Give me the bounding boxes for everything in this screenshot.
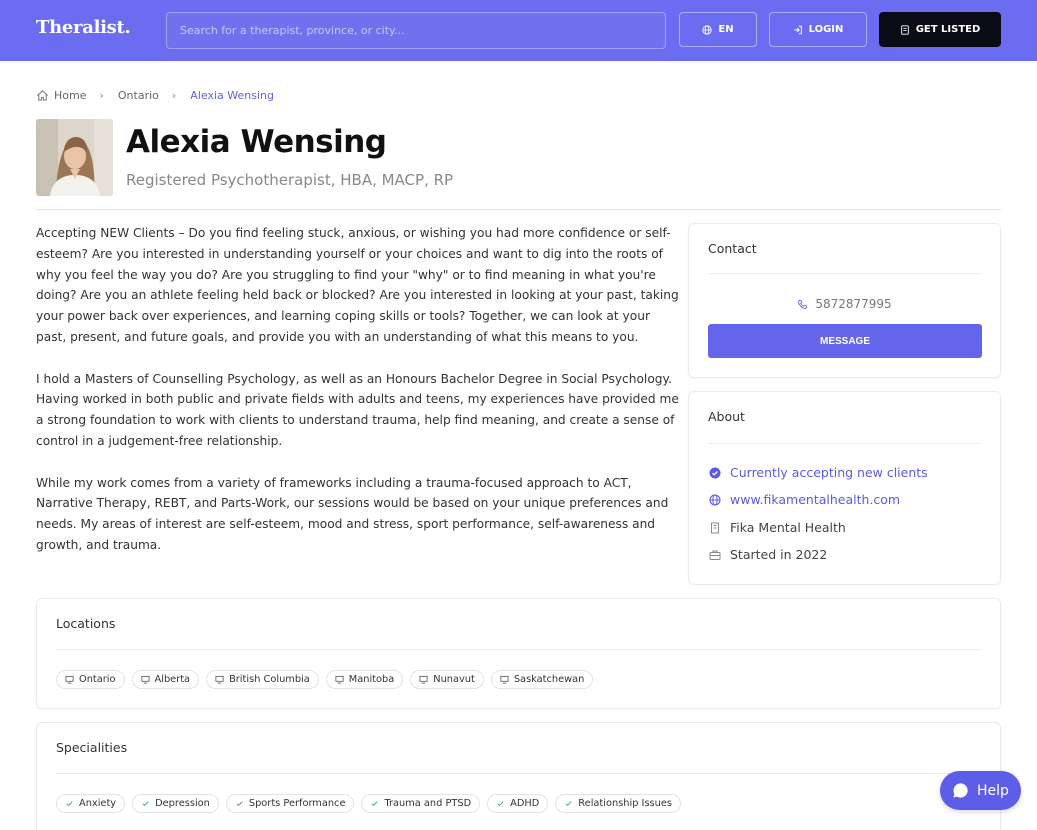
specialities-title: Specialities — [56, 740, 128, 755]
location-label: Nunavut — [433, 674, 475, 685]
card-divider — [708, 273, 981, 274]
website-text: www.fikamentalhealth.com — [730, 492, 901, 507]
location-label: Saskatchewan — [513, 674, 585, 685]
chat-bubble-icon — [953, 783, 968, 798]
check-icon — [371, 801, 379, 807]
profile-photo — [36, 119, 113, 196]
location-label: Ontario — [79, 674, 116, 685]
message-button[interactable]: MESSAGE — [708, 324, 982, 358]
listing-icon — [900, 24, 909, 35]
help-label: Help — [977, 782, 1009, 799]
login-button[interactable]: LOGIN — [769, 12, 867, 47]
specialities-card: Specialities Anxiety Depression Sports P… — [36, 722, 1001, 830]
practice-name: Fika Mental Health — [709, 520, 846, 535]
location-chip-ontario[interactable]: Ontario — [56, 670, 125, 689]
phone-number[interactable]: 5872877995 — [689, 297, 1000, 311]
check-icon — [565, 801, 572, 807]
location-chip-british-columbia[interactable]: British Columbia — [206, 670, 319, 689]
bio-section: Accepting NEW Clients – Do you find feel… — [36, 223, 682, 577]
bio-paragraph: While my work comes from a variety of fr… — [36, 475, 669, 552]
locations-title: Locations — [56, 616, 116, 631]
bio-paragraph: I hold a Masters of Counselling Psycholo… — [36, 371, 679, 448]
location-label: Manitoba — [348, 674, 395, 685]
location-chip-nunavut[interactable]: Nunavut — [410, 670, 484, 689]
speciality-label: Anxiety — [79, 798, 117, 809]
speciality-chip-adhd[interactable]: ADHD — [487, 794, 549, 813]
check-icon — [142, 801, 149, 807]
speciality-label: Sports Performance — [248, 798, 346, 809]
chevron-right-icon: › — [171, 89, 177, 102]
card-divider — [56, 649, 981, 650]
speciality-chip-depression[interactable]: Depression — [132, 794, 219, 813]
locations-card: Locations Ontario Alberta British Columb… — [36, 598, 1001, 709]
monitor-icon — [65, 675, 74, 684]
bio-paragraph: Accepting NEW Clients – Do you find feel… — [36, 226, 679, 344]
about-title: About — [708, 409, 745, 424]
site-logo[interactable]: Theralist. — [36, 17, 131, 38]
phone-icon — [798, 299, 808, 309]
chevron-right-icon: › — [99, 89, 104, 102]
home-icon — [37, 90, 48, 101]
location-label: British Columbia — [229, 674, 310, 685]
breadcrumb-current: Alexia Wensing — [190, 89, 274, 102]
therapist-name: Alexia Wensing — [126, 124, 387, 160]
speciality-label: Trauma and PTSD — [384, 798, 472, 809]
practice-text: Fika Mental Health — [730, 520, 846, 535]
globe-icon — [702, 24, 713, 35]
login-label: LOGIN — [808, 24, 844, 35]
card-divider — [708, 443, 981, 444]
breadcrumb-ontario[interactable]: Ontario — [118, 89, 159, 102]
top-nav: Theralist. EN LOGIN GET LISTED — [0, 0, 1037, 61]
accepting-clients-status: Currently accepting new clients — [709, 465, 928, 480]
section-divider — [36, 209, 1001, 210]
monitor-icon — [335, 675, 344, 684]
phone-text: 5872877995 — [815, 297, 892, 311]
check-icon — [497, 801, 504, 807]
breadcrumb-home[interactable]: Home — [54, 89, 86, 102]
location-chip-manitoba[interactable]: Manitoba — [325, 670, 404, 689]
therapist-credentials: Registered Psychotherapist, HBA, MACP, R… — [126, 171, 454, 189]
speciality-label: Relationship Issues — [578, 798, 672, 809]
monitor-icon — [215, 675, 224, 684]
get-listed-button[interactable]: GET LISTED — [879, 12, 1001, 47]
monitor-icon — [419, 675, 428, 684]
speciality-chip-sports-performance[interactable]: Sports Performance — [225, 794, 355, 813]
speciality-chip-trauma-ptsd[interactable]: Trauma and PTSD — [361, 794, 481, 813]
check-circle-icon — [709, 467, 721, 478]
login-icon — [793, 25, 802, 34]
speciality-chip-relationship-issues[interactable]: Relationship Issues — [555, 794, 681, 813]
help-button[interactable]: Help — [940, 771, 1021, 810]
globe-icon — [709, 493, 721, 506]
speciality-label: ADHD — [510, 798, 540, 809]
location-chip-saskatchewan[interactable]: Saskatchewan — [490, 670, 594, 689]
building-icon — [711, 522, 719, 533]
get-listed-label: GET LISTED — [915, 24, 981, 35]
briefcase-icon — [709, 550, 721, 560]
contact-title: Contact — [708, 241, 757, 256]
contact-card: Contact 5872877995 MESSAGE — [688, 223, 1001, 378]
speciality-chips: Anxiety Depression Sports Performance Tr… — [56, 794, 681, 813]
started-text: Started in 2022 — [730, 547, 828, 562]
check-icon — [66, 801, 73, 807]
breadcrumb: Home › Ontario › Alexia Wensing — [36, 89, 274, 102]
monitor-icon — [141, 675, 150, 684]
speciality-chip-anxiety[interactable]: Anxiety — [56, 794, 126, 813]
accepting-clients-text: Currently accepting new clients — [730, 465, 928, 480]
card-divider — [56, 773, 981, 774]
location-chips: Ontario Alberta British Columbia Manitob… — [56, 670, 594, 689]
about-card: About Currently accepting new clients ww… — [688, 391, 1001, 585]
location-label: Alberta — [154, 674, 191, 685]
search-input[interactable] — [166, 12, 666, 49]
location-chip-alberta[interactable]: Alberta — [131, 670, 200, 689]
monitor-icon — [500, 675, 509, 684]
started-year: Started in 2022 — [709, 547, 827, 562]
language-label: EN — [718, 24, 734, 35]
speciality-label: Depression — [155, 798, 210, 809]
check-icon — [236, 801, 243, 807]
website-link[interactable]: www.fikamentalhealth.com — [709, 492, 900, 507]
language-button[interactable]: EN — [679, 12, 757, 47]
